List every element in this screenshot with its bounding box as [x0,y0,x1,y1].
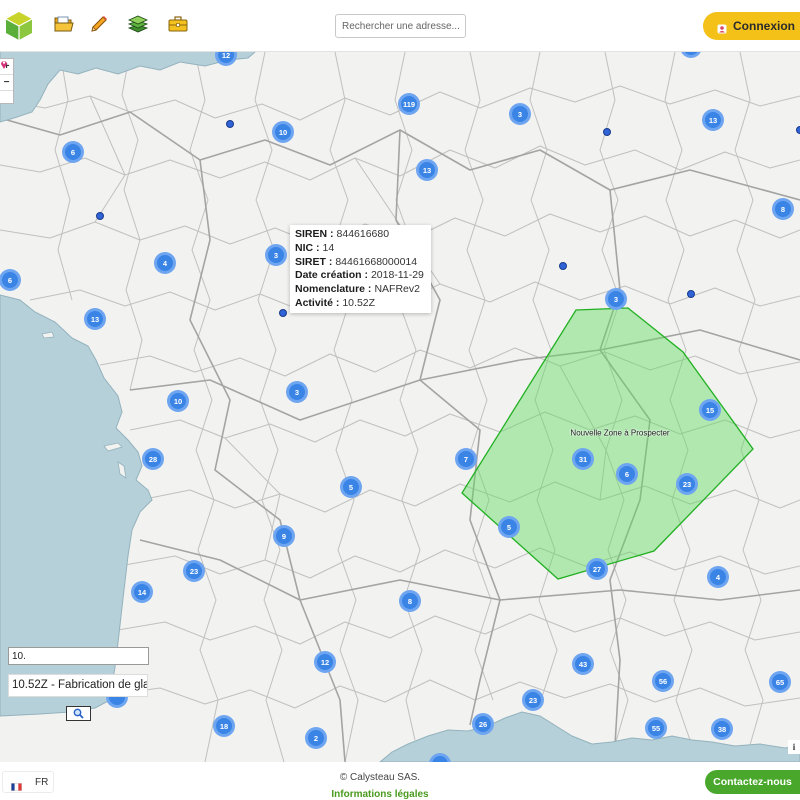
cluster-marker[interactable]: 23 [183,560,205,582]
popup-label: Nomenclature : [295,283,372,296]
cluster-marker[interactable]: 13 [84,308,106,330]
popup-row-nomenclature: Nomenclature : NAFRev2 [295,283,431,297]
cluster-marker[interactable]: 65 [769,671,791,693]
cluster-marker[interactable]: 6 [62,141,84,163]
popup-label: Activité : [295,296,340,309]
cluster-marker[interactable]: 13 [702,109,724,131]
user-lock-icon [717,21,727,34]
popup-row-creation-date: Date création :2018-11-29 [295,269,431,283]
folder-button[interactable] [53,13,75,35]
cluster-marker[interactable]: 4 [154,252,176,274]
logo-cube-icon[interactable] [5,10,33,42]
popup-label: SIREN : [295,228,334,240]
popup-label: Date création : [295,269,368,282]
cluster-marker[interactable]: 9 [273,525,295,547]
cluster-marker[interactable]: 55 [645,717,667,739]
company-info-popup: SIREN :844616680 NIC :14 SIRET :84461668… [290,225,431,313]
pencil-icon [91,16,107,32]
magnifier-icon [73,708,84,719]
language-code: FR [35,776,49,788]
layers-icon [128,15,148,33]
point-marker[interactable] [796,126,800,134]
point-marker[interactable] [279,309,287,317]
cluster-marker[interactable]: 10 [167,390,189,412]
cluster-marker[interactable]: 2 [305,727,327,749]
login-label: Connexion [733,19,795,33]
cluster-marker[interactable]: 5 [498,516,520,538]
layers-button[interactable] [127,13,149,35]
cluster-marker[interactable]: 5 [340,476,362,498]
briefcase-button[interactable] [167,13,189,35]
map-marker-icon [1,61,7,69]
draw-button[interactable] [88,13,110,35]
cluster-marker[interactable]: 119 [398,93,420,115]
cluster-marker[interactable]: 12 [314,651,336,673]
cluster-marker[interactable]: 26 [472,713,494,735]
cluster-marker[interactable]: 4 [707,566,729,588]
folder-icon [54,16,74,32]
naf-code-input[interactable] [8,647,149,665]
popup-label: SIRET : [295,255,333,268]
language-selector[interactable]: FR [2,771,54,793]
prospect-zone-label: Nouvelle Zone à Prospecter [570,428,670,438]
point-marker[interactable] [603,128,611,136]
popup-value: 844616680 [336,228,390,240]
login-button[interactable]: Connexion [703,12,800,40]
cluster-marker[interactable]: 56 [652,670,674,692]
popup-row-nic: NIC :14 [295,242,431,256]
cluster-marker[interactable]: 3 [265,244,287,266]
popup-value: 2018-11-29 [370,269,424,282]
zoom-out-button[interactable]: − [0,75,13,91]
briefcase-icon [168,16,188,32]
cluster-marker[interactable]: 43 [572,653,594,675]
popup-value: 14 [322,241,335,254]
cluster-marker[interactable]: 23 [676,473,698,495]
attribution-toggle[interactable]: i [788,740,800,754]
marker-tool-button[interactable] [0,61,13,106]
popup-row-siret: SIRET :84461668000014 [295,256,431,270]
footer: FR © Calysteau SAS. Informations légales… [0,762,800,800]
cluster-marker[interactable]: 14 [131,581,153,603]
zoom-control: + − [0,58,14,104]
cluster-marker[interactable]: 6 [616,463,638,485]
point-marker[interactable] [559,262,567,270]
popup-row-activity: Activité :10.52Z [295,297,431,311]
cluster-marker[interactable]: 6 [0,269,21,291]
cluster-marker[interactable]: 15 [699,399,721,421]
naf-search-button[interactable] [66,706,91,721]
cluster-marker[interactable]: 13 [416,159,438,181]
cluster-marker[interactable]: 3 [605,288,627,310]
popup-label: NIC : [295,241,320,254]
point-marker[interactable] [226,120,234,128]
cluster-marker[interactable]: 28 [142,448,164,470]
popup-value: 10.52Z [342,296,376,309]
popup-value: NAFRev2 [374,283,420,296]
naf-suggestion-item[interactable]: 10.52Z - Fabrication de glac [8,674,148,697]
address-search-input[interactable] [335,14,466,38]
point-marker[interactable] [96,212,104,220]
cluster-marker[interactable]: 7 [455,448,477,470]
top-toolbar: Connexion [0,0,800,52]
cluster-marker[interactable]: 10 [272,121,294,143]
point-marker[interactable] [687,290,695,298]
popup-row-siren: SIREN :844616680 [295,228,431,242]
popup-value: 84461668000014 [335,255,418,268]
france-flag-icon [11,778,22,791]
contact-button[interactable]: Contactez-nous [705,770,800,794]
cluster-marker[interactable]: 38 [711,718,733,740]
cluster-marker[interactable]: 31 [572,448,594,470]
cluster-marker[interactable]: 3 [509,103,531,125]
copyright-text: © Calysteau SAS. [339,772,421,783]
cluster-marker[interactable]: 3 [286,381,308,403]
legal-info-link[interactable]: Informations légales [280,789,480,800]
cluster-marker[interactable]: 23 [522,689,544,711]
cluster-marker[interactable]: 8 [399,590,421,612]
cluster-marker[interactable]: 18 [213,715,235,737]
cluster-marker[interactable]: 27 [586,558,608,580]
cluster-marker[interactable]: 8 [772,198,794,220]
